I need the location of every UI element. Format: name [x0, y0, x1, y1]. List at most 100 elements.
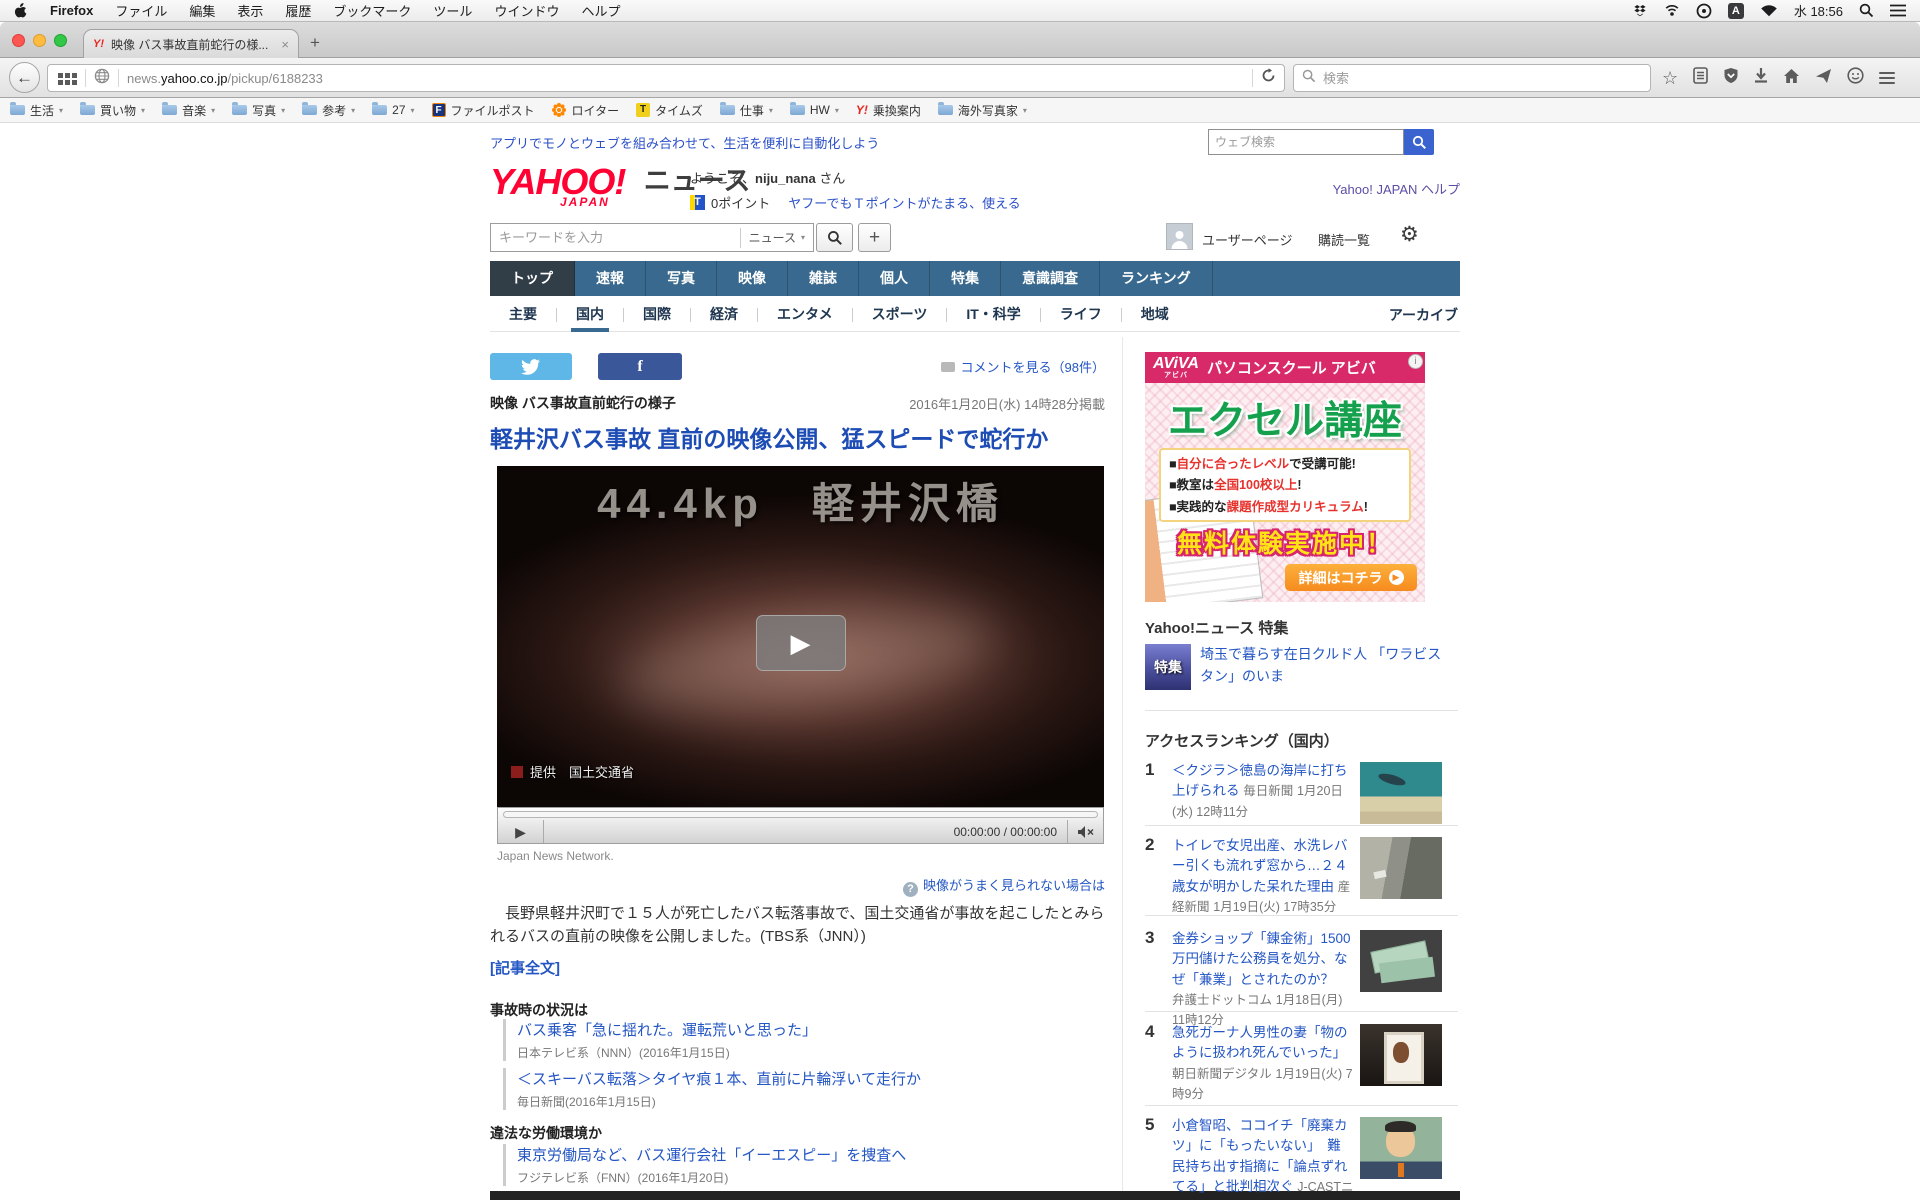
downloads-icon[interactable]: [1754, 68, 1768, 89]
tab-magazine[interactable]: 雑誌: [788, 261, 859, 296]
bookmark-folder-reference[interactable]: 参考▾: [302, 102, 355, 119]
subnav-life[interactable]: ライフ: [1041, 299, 1121, 332]
browser-tab[interactable]: Y! 映像 バス事故直前蛇行の様... ×: [83, 29, 299, 58]
home-icon[interactable]: [1783, 68, 1800, 89]
seek-slider[interactable]: [503, 811, 1098, 818]
ranking-thumbnail-tickets[interactable]: [1360, 930, 1442, 992]
share-send-icon[interactable]: [1815, 68, 1832, 89]
menubar-clock[interactable]: 水 18:56: [1794, 1, 1843, 20]
view-comments-link[interactable]: コメントを見る（98件）: [855, 357, 1105, 376]
play-button-overlay[interactable]: ▶: [756, 615, 846, 671]
bookmark-folder-work[interactable]: 仕事▾: [720, 102, 773, 119]
bookmark-filepost[interactable]: Fファイルポスト: [432, 102, 535, 119]
ranking-thumbnail-whale[interactable]: [1360, 762, 1442, 824]
bookmark-folder-hw[interactable]: HW▾: [790, 103, 839, 117]
promo-link[interactable]: アプリでモノとウェブを組み合わせて、生活を便利に自動化しよう: [490, 133, 879, 152]
avatar[interactable]: [1166, 223, 1193, 250]
subnav-local[interactable]: 地域: [1122, 299, 1188, 332]
wifi-icon[interactable]: [1760, 4, 1778, 18]
dropbox-icon[interactable]: [1632, 3, 1648, 19]
bookmark-folder-shopping[interactable]: 買い物▾: [80, 102, 145, 119]
menu-bookmarks[interactable]: ブックマーク: [333, 1, 411, 20]
bookmark-reuters[interactable]: ロイター: [552, 102, 620, 119]
menu-history[interactable]: 履歴: [285, 1, 311, 20]
keyword-search-box[interactable]: ニュース▾: [490, 223, 814, 252]
subnav-entertainment[interactable]: エンタメ: [758, 299, 852, 332]
play-button[interactable]: ▶: [498, 820, 544, 843]
tab-personal[interactable]: 個人: [859, 261, 930, 296]
tab-top[interactable]: トップ: [490, 261, 575, 296]
tab-poll[interactable]: 意識調査: [1001, 261, 1100, 296]
video-help-link[interactable]: ?映像がうまく見られない場合は: [700, 875, 1105, 897]
web-search-input[interactable]: [1215, 135, 1397, 149]
url-bar[interactable]: news.yahoo.co.jp/pickup/6188233: [47, 64, 1285, 92]
extension-icon[interactable]: [58, 73, 63, 78]
web-search-button[interactable]: [1404, 129, 1434, 155]
video-player[interactable]: 44.4kp 軽井沢橋 提供 国土交通省 ▶: [497, 466, 1104, 807]
menu-tools[interactable]: ツール: [433, 1, 472, 20]
subnav-economy[interactable]: 経済: [691, 299, 757, 332]
tab-close-icon[interactable]: ×: [281, 37, 289, 52]
ad-choices-icon[interactable]: i: [1408, 354, 1423, 369]
ranking-link[interactable]: 急死ガーナ人男性の妻「物のように扱われ死んでいった」: [1172, 1025, 1348, 1060]
related-link[interactable]: バス乗客「急に揺れた。運転荒いと思った」: [517, 1019, 1103, 1040]
subnav-world[interactable]: 国際: [624, 299, 690, 332]
bookmark-star-icon[interactable]: ☆: [1662, 68, 1678, 89]
gear-icon[interactable]: ⚙: [1400, 222, 1419, 247]
bookmark-transit[interactable]: Y!乗換案内: [856, 102, 921, 119]
subscriptions-link[interactable]: 購読一覧: [1318, 230, 1370, 249]
antenna-icon[interactable]: [1664, 3, 1680, 18]
ad-cta-button[interactable]: 詳細はコチラ▶: [1285, 564, 1417, 591]
tab-feature[interactable]: 特集: [930, 261, 1001, 296]
window-zoom-button[interactable]: [54, 34, 67, 47]
ranking-thumbnail-portrait[interactable]: [1360, 1024, 1442, 1086]
tab-flash[interactable]: 速報: [575, 261, 646, 296]
mute-icon[interactable]: [1067, 820, 1103, 843]
menu-view[interactable]: 表示: [237, 1, 263, 20]
ranking-thumbnail-ogura[interactable]: [1360, 1117, 1442, 1179]
hello-smiley-icon[interactable]: [1847, 67, 1864, 89]
subnav-main[interactable]: 主要: [490, 299, 556, 332]
menu-file[interactable]: ファイル: [115, 1, 167, 20]
input-method-icon[interactable]: A: [1728, 3, 1744, 19]
full-article-link[interactable]: [記事全文]: [490, 957, 560, 978]
back-button[interactable]: ←: [9, 62, 40, 93]
new-tab-button[interactable]: +: [310, 33, 320, 53]
facebook-share-button[interactable]: f: [598, 353, 682, 380]
browser-search-bar[interactable]: [1293, 64, 1651, 92]
tpoint-tagline-link[interactable]: ヤフーでもＴポイントがたまる、使える: [788, 193, 1020, 212]
related-link[interactable]: ＜スキーバス転落＞タイヤ痕１本、直前に片輪浮いて走行か: [517, 1068, 1103, 1089]
subnav-domestic[interactable]: 国内: [557, 299, 623, 332]
twitter-share-button[interactable]: [490, 353, 572, 380]
spotlight-icon[interactable]: [1859, 3, 1874, 18]
bookmark-folder-photographers[interactable]: 海外写真家▾: [938, 102, 1027, 119]
menu-firefox[interactable]: Firefox: [50, 3, 93, 18]
creative-cloud-icon[interactable]: [1696, 3, 1712, 19]
add-keyword-button[interactable]: +: [858, 223, 891, 252]
menu-window[interactable]: ウインドウ: [494, 1, 559, 20]
ranking-link[interactable]: 金券ショップ「錬金術」1500万円儲けた公務員を処分、なぜ「兼業」とされたのか？: [1172, 931, 1351, 987]
keyword-search-button[interactable]: [816, 223, 853, 252]
userpage-link[interactable]: ユーザーページ: [1202, 230, 1292, 249]
window-close-button[interactable]: [12, 34, 25, 47]
keyword-search-input[interactable]: [499, 230, 740, 245]
bookmark-folder-life[interactable]: 生活▾: [10, 102, 63, 119]
site-identity-globe-icon[interactable]: [94, 68, 110, 89]
url-text[interactable]: news.yahoo.co.jp/pickup/6188233: [127, 71, 1244, 86]
menu-hamburger-icon[interactable]: [1879, 69, 1895, 87]
notification-center-icon[interactable]: [1890, 4, 1906, 17]
bookmark-folder-music[interactable]: 音楽▾: [162, 102, 215, 119]
article-headline[interactable]: 軽井沢バス事故 直前の映像公開、猛スピードで蛇行か: [490, 420, 1048, 454]
ranking-thumbnail-alley[interactable]: [1360, 837, 1442, 899]
related-link[interactable]: 東京労働局など、バス運行会社「イーエスピー」を捜査へ: [517, 1144, 1103, 1165]
aviva-ad-banner[interactable]: AViVAアビバ パソコンスクール アビバ i エクセル講座 ■自分に合ったレベ…: [1145, 352, 1425, 602]
bookmark-folder-27[interactable]: 27▾: [372, 103, 414, 117]
ranking-link[interactable]: トイレで女児出産、水洗レバー引くも流れず窓から…２４歳女が明かした呆れた理由: [1172, 838, 1348, 894]
bookmark-times[interactable]: Tタイムズ: [636, 102, 703, 119]
shield-icon[interactable]: [1723, 67, 1739, 89]
window-minimize-button[interactable]: [33, 34, 46, 47]
web-search-box[interactable]: [1208, 129, 1404, 155]
tab-ranking[interactable]: ランキング: [1100, 261, 1213, 296]
reload-icon[interactable]: [1261, 68, 1276, 88]
subnav-sports[interactable]: スポーツ: [853, 299, 947, 332]
